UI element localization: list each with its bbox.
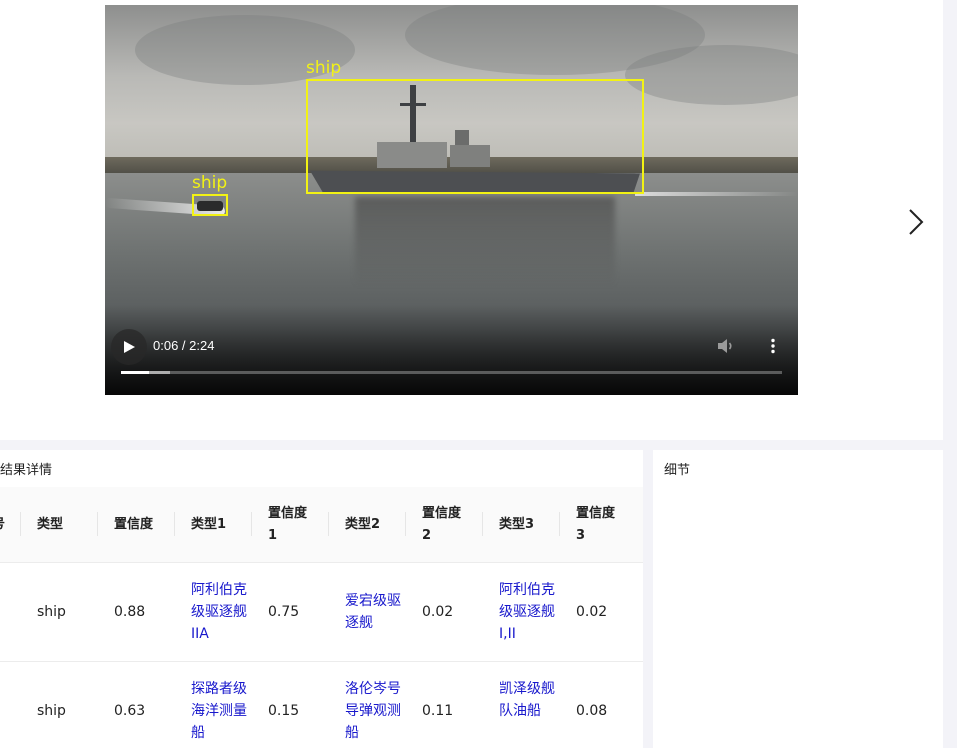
time-display: 0:06 / 2:24 bbox=[153, 338, 215, 353]
cell-confidence3: 0.08 bbox=[576, 703, 608, 719]
cell-confidence2: 0.11 bbox=[422, 703, 454, 719]
column-header-type3: 类型3 bbox=[499, 517, 535, 532]
table-row[interactable]: ship 0.63 探路者级海洋测量船 0.15 洛伦岑号导弹观测船 0.11 … bbox=[0, 662, 643, 748]
cell-confidence3: 0.02 bbox=[576, 604, 608, 620]
cell-confidence: 0.63 bbox=[114, 703, 146, 719]
column-header-index: 号 bbox=[0, 514, 5, 536]
cell-type: ship bbox=[37, 703, 66, 719]
cell-type2-link[interactable]: 洛伦岑号导弹观测船 bbox=[345, 678, 401, 744]
detection-label-1: ship bbox=[306, 58, 342, 78]
column-header-confidence3: 置信度3 bbox=[576, 506, 616, 543]
more-vertical-icon[interactable] bbox=[768, 338, 778, 354]
play-button[interactable] bbox=[111, 329, 147, 365]
table-row[interactable]: ship 0.88 阿利伯克级驱逐舰IIA 0.75 爱宕级驱逐舰 0.02 阿… bbox=[0, 563, 643, 662]
cell-confidence1: 0.15 bbox=[268, 703, 300, 719]
detail-panel: 细节 bbox=[653, 450, 943, 748]
cell-type1-link[interactable]: 探路者级海洋测量船 bbox=[191, 678, 247, 744]
chevron-right-icon[interactable] bbox=[903, 207, 929, 237]
progress-bar[interactable] bbox=[121, 371, 782, 374]
column-header-confidence: 置信度 bbox=[114, 517, 154, 532]
volume-icon[interactable] bbox=[717, 338, 735, 354]
cell-type: ship bbox=[37, 604, 66, 620]
column-header-confidence1: 置信度1 bbox=[268, 506, 308, 543]
results-panel: 结果详情 号 类型 置信度 类型1 置信度1 类型2 置信度2 类型3 置信度3… bbox=[0, 450, 643, 748]
play-icon bbox=[124, 341, 135, 353]
cell-type2-link[interactable]: 爱宕级驱逐舰 bbox=[345, 590, 401, 634]
scrollbar[interactable] bbox=[943, 0, 957, 748]
progress-played bbox=[121, 371, 149, 374]
video-panel: ship ship 0:06 / 2:24 bbox=[0, 0, 943, 440]
video-player[interactable]: ship ship 0:06 / 2:24 bbox=[105, 5, 798, 395]
column-header-type: 类型 bbox=[37, 517, 64, 532]
column-header-confidence2: 置信度2 bbox=[422, 506, 462, 543]
cell-confidence2: 0.02 bbox=[422, 604, 454, 620]
cell-type1-link[interactable]: 阿利伯克级驱逐舰IIA bbox=[191, 579, 247, 645]
results-title: 结果详情 bbox=[0, 463, 53, 478]
cell-type3-link[interactable]: 凯泽级舰队油船 bbox=[499, 678, 555, 722]
detection-label-2: ship bbox=[192, 173, 228, 193]
detail-title: 细节 bbox=[664, 463, 691, 478]
detection-box-2 bbox=[192, 194, 228, 216]
cell-confidence1: 0.75 bbox=[268, 604, 300, 620]
cell-confidence: 0.88 bbox=[114, 604, 146, 620]
detection-box-1 bbox=[306, 79, 644, 194]
results-table-header: 号 类型 置信度 类型1 置信度1 类型2 置信度2 类型3 置信度3 bbox=[0, 487, 643, 563]
cell-type3-link[interactable]: 阿利伯克级驱逐舰I,II bbox=[499, 579, 555, 645]
column-header-type2: 类型2 bbox=[345, 517, 381, 532]
column-header-type1: 类型1 bbox=[191, 517, 227, 532]
